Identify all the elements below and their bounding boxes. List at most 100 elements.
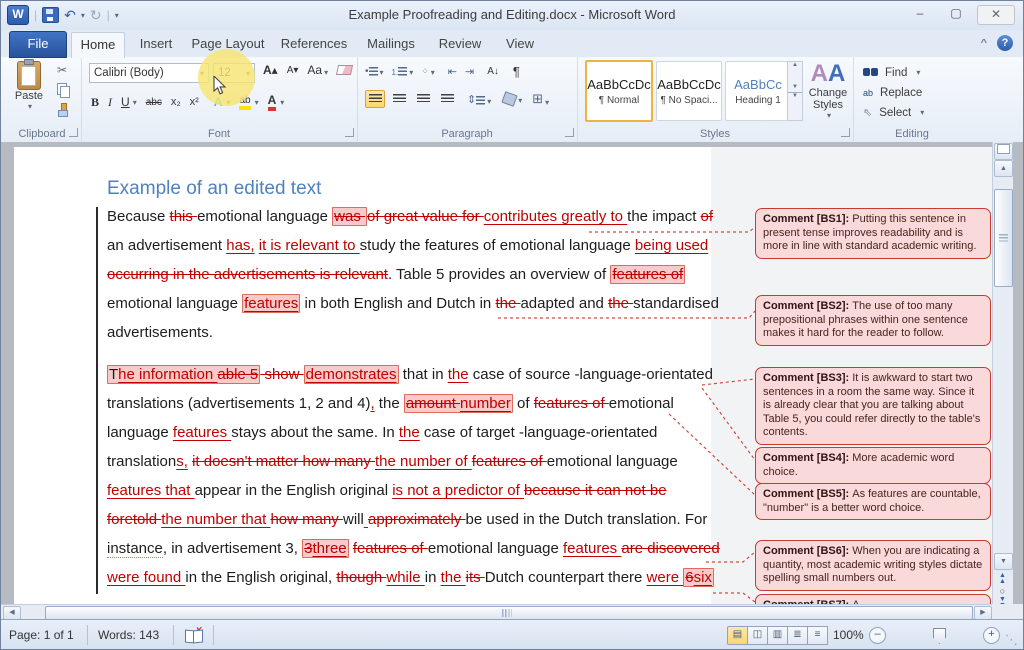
font-color-button[interactable]: A [268, 93, 277, 111]
grow-font-button[interactable]: A▴ [263, 63, 278, 77]
paragraph-dialog-launcher-icon[interactable] [565, 128, 574, 137]
draft-view-button[interactable]: ≡ [808, 626, 828, 645]
tab-review[interactable]: Review [431, 32, 489, 57]
styles-scroll-up-icon[interactable]: ▲ [788, 62, 802, 68]
comment-BS5[interactable]: Comment [BS5]: As features are countable… [755, 483, 991, 520]
shrink-font-button[interactable]: A▾ [287, 65, 299, 76]
scroll-left-button[interactable]: ◀ [3, 606, 21, 620]
comment-BS6[interactable]: Comment [BS6]: When you are indicating a… [755, 540, 991, 591]
zoom-out-button[interactable]: – [869, 627, 886, 644]
tab-references[interactable]: References [275, 32, 353, 57]
comment-BS1[interactable]: Comment [BS1]: Putting this sentence in … [755, 208, 991, 259]
line-spacing-button[interactable]: ⇕▾ [467, 93, 491, 106]
font-dialog-launcher-icon[interactable] [345, 128, 354, 137]
zoom-in-button[interactable]: + [983, 627, 1000, 644]
styles-gallery-scrollbar[interactable]: ▲ ▼ ▼ [787, 61, 803, 121]
underline-button[interactable]: U [121, 95, 130, 109]
undo-icon[interactable]: ↶ [64, 8, 76, 22]
bullets-button[interactable]: •▾ [365, 66, 384, 77]
bold-button[interactable]: B [91, 95, 99, 110]
superscript-button[interactable]: x² [190, 96, 199, 108]
proofing-status-button[interactable]: ✗ [185, 629, 203, 645]
horizontal-scrollbar[interactable]: ◀ ▶ [1, 604, 992, 620]
styles-scroll-down-icon[interactable]: ▼ [788, 84, 802, 90]
comment-anchor-highlight[interactable]: demonstrates [304, 365, 399, 384]
replace-button[interactable]: ab Replace [863, 83, 922, 102]
resize-grip[interactable]: ⋱ [1005, 632, 1016, 648]
close-button[interactable]: ✕ [977, 5, 1015, 25]
clear-formatting-icon[interactable] [336, 65, 353, 75]
word-count-status[interactable]: Words: 143 [98, 628, 159, 642]
sort-button[interactable]: A↓ [487, 66, 499, 77]
comment-BS4[interactable]: Comment [BS4]: More academic word choice… [755, 447, 991, 484]
maximize-button[interactable]: ▢ [941, 5, 971, 23]
styles-dialog-launcher-icon[interactable] [841, 128, 850, 137]
comment-BS2[interactable]: Comment [BS2]: The use of too many prepo… [755, 295, 991, 346]
numbering-button[interactable]: 1.▾ [392, 67, 414, 77]
cut-button[interactable]: ✂ [57, 63, 67, 77]
font-name-combo[interactable]: Calibri (Body) ▾ [89, 63, 209, 83]
decrease-indent-button[interactable]: ⇤ [448, 65, 457, 78]
scroll-up-button[interactable]: ▲ [994, 160, 1013, 177]
scroll-right-button[interactable]: ▶ [974, 606, 992, 620]
vertical-scroll-thumb[interactable] [994, 189, 1013, 287]
tab-file[interactable]: File [9, 31, 67, 58]
change-styles-button[interactable]: AA Change Styles ▾ [805, 61, 851, 120]
zoom-slider-thumb[interactable] [933, 628, 946, 644]
justify-button[interactable] [437, 90, 457, 108]
minimize-ribbon-icon[interactable]: ^ [981, 38, 987, 48]
subscript-button[interactable]: x₂ [171, 96, 181, 108]
italic-button[interactable]: I [108, 95, 112, 110]
page-count-status[interactable]: Page: 1 of 1 [9, 628, 74, 642]
document-text[interactable]: Because this emotional language was of g… [107, 208, 747, 598]
undo-dropdown-icon[interactable]: ▾ [81, 11, 85, 20]
web-layout-view-button[interactable]: ▥ [768, 626, 788, 645]
align-right-button[interactable] [413, 90, 433, 108]
strikethrough-button[interactable]: abc [146, 97, 162, 108]
scroll-down-button[interactable]: ▼ [994, 553, 1013, 570]
comment-anchor-highlight[interactable]: features [242, 294, 300, 313]
shading-button[interactable]: ▾ [503, 93, 522, 105]
comment-anchor-highlight[interactable]: amount number [404, 394, 513, 413]
save-icon[interactable] [42, 7, 59, 23]
outline-view-button[interactable]: ≣ [788, 626, 808, 645]
comment-BS3[interactable]: Comment [BS3]: It is awkward to start tw… [755, 367, 991, 445]
tab-mailings[interactable]: Mailings [359, 32, 423, 57]
style-chip-normal[interactable]: AaBbCcDc¶ Normal [585, 60, 653, 122]
qat-customize-icon[interactable]: ▾ [115, 11, 119, 20]
underline-dropdown-icon[interactable]: ▾ [133, 98, 137, 107]
find-button[interactable]: Find ▾ [863, 63, 920, 82]
select-button[interactable]: ⇖ Select ▾ [863, 103, 924, 122]
tab-page-layout[interactable]: Page Layout [189, 32, 267, 57]
comment-anchor-highlight[interactable]: 6six [683, 568, 714, 587]
tab-insert[interactable]: Insert [129, 32, 183, 57]
clipboard-dialog-launcher-icon[interactable] [69, 128, 78, 137]
comment-anchor-highlight[interactable]: The information able 5 [107, 365, 260, 384]
fullscreen-reading-view-button[interactable]: ◫ [748, 626, 768, 645]
print-layout-view-button[interactable]: ▤ [727, 626, 748, 645]
copy-button[interactable] [57, 83, 70, 97]
comment-anchor-highlight[interactable]: features of [610, 265, 685, 284]
styles-gallery-more-icon[interactable]: ▼ [788, 92, 802, 99]
comment-anchor-highlight[interactable]: 3three [302, 539, 349, 558]
horizontal-scroll-thumb[interactable] [45, 606, 973, 620]
vertical-scrollbar[interactable]: ▲ ▼ ▲▲ ○ ▼▼ [992, 142, 1013, 604]
borders-button[interactable]: ⊞▾ [532, 91, 549, 107]
minimize-button[interactable]: – [905, 5, 935, 23]
style-chip-heading1[interactable]: AaBbCcHeading 1 [725, 61, 791, 121]
tab-view[interactable]: View [497, 32, 543, 57]
multilevel-list-button[interactable]: ⁘▾ [421, 66, 435, 77]
font-color-dropdown-icon[interactable]: ▾ [280, 98, 284, 107]
show-marks-button[interactable]: ¶ [513, 64, 520, 79]
select-browse-object-button[interactable]: ○ [994, 586, 1011, 596]
word-app-icon[interactable]: W [7, 5, 29, 25]
view-ruler-button[interactable] [994, 143, 1013, 160]
format-painter-button[interactable] [57, 103, 69, 117]
zoom-level-status[interactable]: 100% [833, 628, 864, 642]
help-icon[interactable]: ? [997, 35, 1013, 51]
align-left-button[interactable] [365, 90, 385, 108]
tab-home[interactable]: Home [71, 32, 125, 58]
redo-icon[interactable]: ↻ [90, 8, 102, 22]
change-case-button[interactable]: Aa▾ [307, 63, 328, 77]
style-chip-no-spacing[interactable]: AaBbCcDc¶ No Spaci... [656, 61, 722, 121]
